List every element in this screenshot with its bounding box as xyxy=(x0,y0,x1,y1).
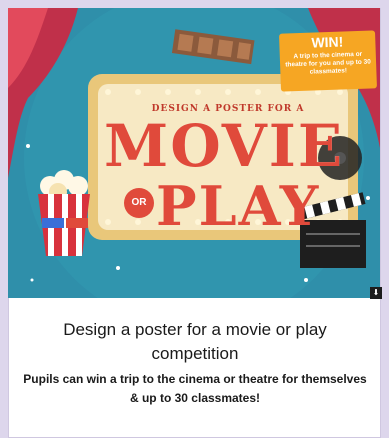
card-title[interactable]: Design a poster for a movie or play comp… xyxy=(20,318,370,366)
win-tag-description: A trip to the cinema or theatre for you … xyxy=(285,50,371,76)
banner-word-play: PLAY xyxy=(156,174,321,238)
win-tag: WIN! A trip to the cinema or theatre for… xyxy=(279,30,377,92)
banner-or-badge: OR xyxy=(124,188,154,218)
card-description: Pupils can win a trip to the cinema or t… xyxy=(23,372,367,405)
win-tag-title: WIN! xyxy=(311,33,344,51)
banner-word-movie: MOVIE xyxy=(104,112,345,180)
download-icon[interactable]: ⬇ xyxy=(370,287,382,299)
competition-banner-image[interactable]: DESIGN A POSTER FOR A MOVIE OR PLAY WIN!… xyxy=(8,8,380,298)
